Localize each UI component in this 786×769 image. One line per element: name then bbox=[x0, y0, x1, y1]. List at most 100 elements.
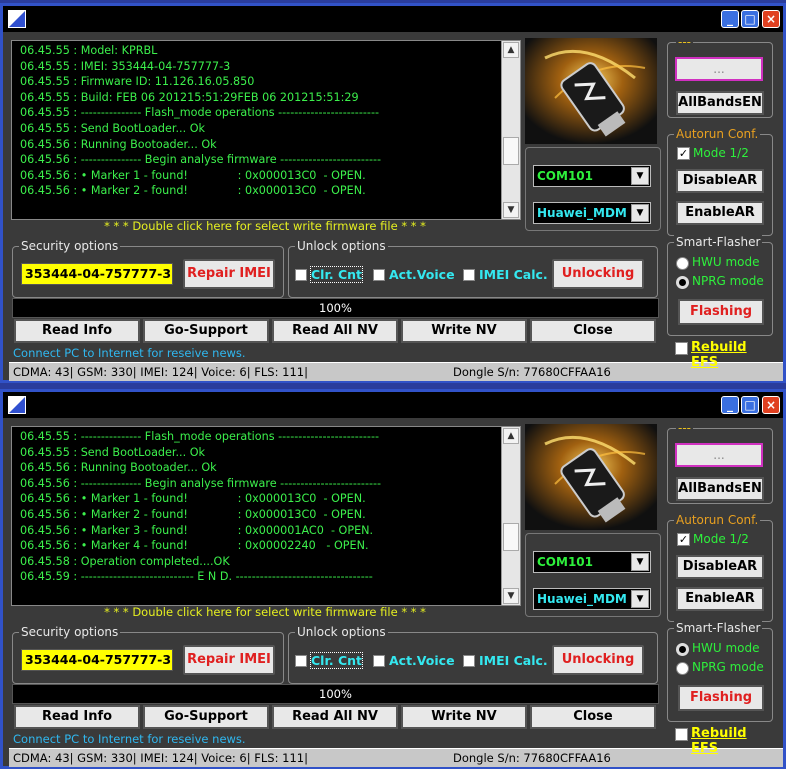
log-line: 06.45.56 : • Marker 1 - found! : 0x00001… bbox=[20, 168, 366, 182]
close-window-button[interactable]: × bbox=[762, 10, 780, 28]
rebuild-efs-label[interactable]: Rebuild EFS bbox=[691, 340, 775, 370]
chevron-down-icon[interactable]: ▼ bbox=[631, 167, 649, 185]
mode-label[interactable]: Mode 1/2 bbox=[693, 146, 749, 160]
scroll-down-icon[interactable]: ▼ bbox=[503, 588, 519, 604]
rebuild-efs-checkbox[interactable] bbox=[675, 342, 688, 355]
mode-checkbox[interactable]: ✓ bbox=[677, 533, 690, 546]
act-voice-label[interactable]: Act.Voice bbox=[389, 653, 455, 668]
hwu-mode-radio[interactable] bbox=[676, 257, 689, 270]
read-info-button[interactable]: Read Info bbox=[14, 705, 140, 729]
log-scrollbar[interactable]: ▲ ▼ bbox=[501, 41, 520, 219]
chevron-down-icon[interactable]: ▼ bbox=[631, 553, 649, 571]
repair-imei-button[interactable]: Repair IMEI bbox=[183, 645, 275, 675]
hwu-mode-radio[interactable] bbox=[676, 643, 689, 656]
go-support-button[interactable]: Go-Support bbox=[143, 319, 269, 343]
act-voice-checkbox[interactable] bbox=[373, 269, 385, 281]
port-select[interactable]: COM101 ▼ bbox=[533, 165, 651, 187]
disable-ar-button[interactable]: DisableAR bbox=[676, 555, 764, 579]
nprg-mode-label[interactable]: NPRG mode bbox=[692, 274, 764, 288]
imei-field[interactable]: 353444-04-757777-3 bbox=[21, 263, 173, 285]
model-value: Huawei_MDM bbox=[537, 206, 627, 220]
bands-group-label: --- bbox=[676, 421, 693, 435]
mode-label[interactable]: Mode 1/2 bbox=[693, 532, 749, 546]
log-line: 06.45.56 : • Marker 1 - found! : 0x00001… bbox=[20, 492, 366, 506]
close-window-button[interactable]: × bbox=[762, 396, 780, 414]
hwu-mode-label[interactable]: HWU mode bbox=[692, 255, 760, 269]
bands-input[interactable]: ... bbox=[675, 443, 763, 467]
act-voice-label[interactable]: Act.Voice bbox=[389, 267, 455, 282]
usb-modem-image bbox=[525, 38, 657, 144]
chevron-down-icon[interactable]: ▼ bbox=[631, 590, 649, 608]
app-icon[interactable] bbox=[7, 9, 27, 29]
write-nv-button[interactable]: Write NV bbox=[401, 705, 527, 729]
enable-ar-button[interactable]: EnableAR bbox=[676, 201, 764, 225]
flashing-button[interactable]: Flashing bbox=[678, 299, 764, 325]
scroll-thumb[interactable] bbox=[503, 137, 519, 165]
scroll-thumb[interactable] bbox=[503, 523, 519, 551]
go-support-button[interactable]: Go-Support bbox=[143, 705, 269, 729]
nprg-mode-radio[interactable] bbox=[676, 276, 689, 289]
read-all-nv-button[interactable]: Read All NV bbox=[272, 319, 398, 343]
enable-ar-button[interactable]: EnableAR bbox=[676, 587, 764, 611]
hwu-mode-label[interactable]: HWU mode bbox=[692, 641, 760, 655]
log-line: 06.45.55 : Firmware ID: 11.126.16.05.850 bbox=[20, 75, 255, 89]
imei-calc-label[interactable]: IMEI Calc. bbox=[479, 653, 548, 668]
scroll-down-icon[interactable]: ▼ bbox=[503, 202, 519, 218]
select-firmware-hint[interactable]: * * * Double click here for select write… bbox=[11, 219, 519, 233]
port-select[interactable]: COM101 ▼ bbox=[533, 551, 651, 573]
act-voice-checkbox[interactable] bbox=[373, 655, 385, 667]
log-line: 06.45.59 : ---------------------------- … bbox=[20, 570, 373, 584]
title-bar[interactable]: _ □ × bbox=[3, 392, 783, 418]
unlocking-button[interactable]: Unlocking bbox=[552, 645, 644, 675]
port-model-frame: COM101 ▼ Huawei_MDM ▼ bbox=[525, 147, 661, 231]
select-firmware-hint[interactable]: * * * Double click here for select write… bbox=[11, 605, 519, 619]
log-output[interactable]: 06.45.55 : --------------- Flash_mode op… bbox=[11, 426, 521, 606]
write-nv-button[interactable]: Write NV bbox=[401, 319, 527, 343]
imei-field[interactable]: 353444-04-757777-3 bbox=[21, 649, 173, 671]
unlocking-button[interactable]: Unlocking bbox=[552, 259, 644, 289]
imei-calc-checkbox[interactable] bbox=[463, 269, 475, 281]
close-button[interactable]: Close bbox=[530, 319, 656, 343]
minimize-button[interactable]: _ bbox=[721, 396, 739, 414]
clr-cnt-checkbox[interactable] bbox=[295, 269, 307, 281]
mode-checkbox[interactable]: ✓ bbox=[677, 147, 690, 160]
log-scrollbar[interactable]: ▲ ▼ bbox=[501, 427, 520, 605]
bands-input[interactable]: ... bbox=[675, 57, 763, 81]
read-all-nv-button[interactable]: Read All NV bbox=[272, 705, 398, 729]
chevron-down-icon[interactable]: ▼ bbox=[631, 204, 649, 222]
clr-cnt-label[interactable]: Clr. Cnt bbox=[310, 652, 363, 669]
smart-flasher-label: Smart-Flasher bbox=[674, 235, 763, 249]
maximize-button[interactable]: □ bbox=[741, 10, 759, 28]
clr-cnt-label[interactable]: Clr. Cnt bbox=[310, 266, 363, 283]
disable-ar-button[interactable]: DisableAR bbox=[676, 169, 764, 193]
progress-bar: 100% bbox=[12, 298, 659, 318]
model-select[interactable]: Huawei_MDM ▼ bbox=[533, 588, 651, 610]
app-icon[interactable] bbox=[7, 395, 27, 415]
scroll-up-icon[interactable]: ▲ bbox=[503, 428, 519, 444]
allbands-en-button[interactable]: AllBandsEN bbox=[676, 91, 764, 115]
log-line: 06.45.55 : --------------- Flash_mode op… bbox=[20, 430, 380, 443]
status-bar: CDMA: 43| GSM: 330| IMEI: 124| Voice: 6|… bbox=[9, 748, 783, 767]
rebuild-efs-label[interactable]: Rebuild EFS bbox=[691, 726, 775, 756]
imei-calc-label[interactable]: IMEI Calc. bbox=[479, 267, 548, 282]
close-button[interactable]: Close bbox=[530, 705, 656, 729]
scroll-up-icon[interactable]: ▲ bbox=[503, 42, 519, 58]
rebuild-efs-checkbox[interactable] bbox=[675, 728, 688, 741]
log-lines: 06.45.55 : --------------- Flash_mode op… bbox=[20, 429, 495, 585]
maximize-button[interactable]: □ bbox=[741, 396, 759, 414]
clr-cnt-checkbox[interactable] bbox=[295, 655, 307, 667]
nprg-mode-label[interactable]: NPRG mode bbox=[692, 660, 764, 674]
window-bottom: _ □ × 06.45.55 : --------------- Flash_m… bbox=[0, 389, 786, 769]
read-info-button[interactable]: Read Info bbox=[14, 319, 140, 343]
usb-modem-image bbox=[525, 424, 657, 530]
model-select[interactable]: Huawei_MDM ▼ bbox=[533, 202, 651, 224]
title-bar[interactable]: _ □ × bbox=[3, 6, 783, 32]
log-output[interactable]: 06.45.55 : Model: KPRBL 06.45.55 : IMEI: … bbox=[11, 40, 521, 220]
nprg-mode-radio[interactable] bbox=[676, 662, 689, 675]
repair-imei-button[interactable]: Repair IMEI bbox=[183, 259, 275, 289]
flashing-button[interactable]: Flashing bbox=[678, 685, 764, 711]
allbands-en-button[interactable]: AllBandsEN bbox=[676, 477, 764, 501]
security-options-label: Security options bbox=[19, 625, 121, 639]
minimize-button[interactable]: _ bbox=[721, 10, 739, 28]
imei-calc-checkbox[interactable] bbox=[463, 655, 475, 667]
